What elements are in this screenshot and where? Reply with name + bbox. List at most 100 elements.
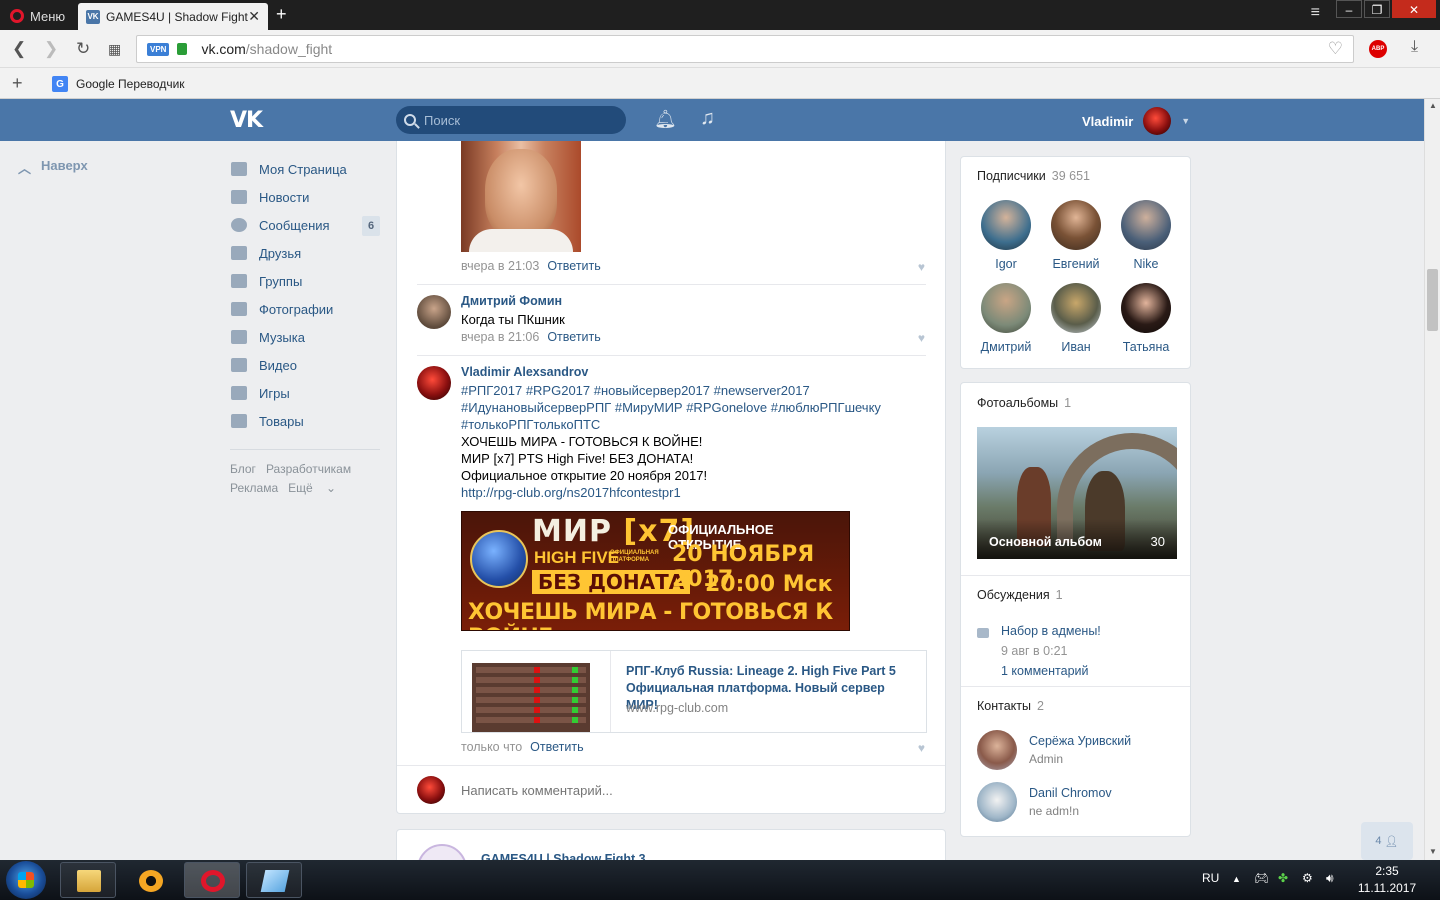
taskbar-explorer[interactable] <box>60 862 116 898</box>
blog-link[interactable]: Блог <box>230 462 256 476</box>
discussion-topic[interactable]: Набор в адмены! <box>1001 624 1101 638</box>
online-friends-button[interactable]: 4 👤︎ <box>1361 822 1413 860</box>
avatar[interactable] <box>417 295 451 329</box>
music-note-icon[interactable]: ♫ <box>700 107 715 130</box>
clover-icon[interactable]: ✤ <box>1278 871 1288 885</box>
back-icon[interactable]: ❮ <box>12 39 26 59</box>
notifications-bell-icon[interactable]: 🔔︎ <box>654 109 677 130</box>
sidebar-item-news[interactable]: Новости <box>230 183 380 211</box>
sidebar-item-friends[interactable]: Друзья <box>230 239 380 267</box>
system-clock[interactable]: 2:35 11.11.2017 <box>1352 863 1422 897</box>
browser-tab[interactable]: VK GAMES4U | Shadow Fight ✕ <box>78 3 268 30</box>
vk-logo[interactable]: VK <box>230 108 263 133</box>
avatar <box>1051 283 1101 333</box>
external-link[interactable]: http://rpg-club.org/ns2017hfcontestpr1 <box>461 485 681 500</box>
tab-menu-icon[interactable]: ≡ <box>1311 4 1320 22</box>
minimize-icon[interactable]: – <box>1336 0 1362 18</box>
sidebar-item-groups[interactable]: Группы <box>230 267 380 295</box>
address-bar-row: ❮ ❯ ↻ ▦ VPN vk.com/shadow_fight ♡ ABP ⤓ <box>0 30 1440 68</box>
discussions-title[interactable]: Обсуждения 1 <box>977 588 1063 602</box>
link-snippet[interactable]: РПГ-Клуб Russia: Lineage 2. High Five Pa… <box>461 650 927 733</box>
sidebar-item-games[interactable]: Игры <box>230 379 380 407</box>
vpn-badge[interactable]: VPN <box>147 42 170 56</box>
like-heart-icon[interactable]: ♥ <box>918 741 925 755</box>
search-box[interactable] <box>396 106 626 134</box>
new-tab-plus-icon[interactable]: + <box>276 4 287 25</box>
start-button[interactable] <box>6 861 46 899</box>
promo-banner-image[interactable]: МИР [x7] HIGH FIVE ОФИЦИАЛЬНАЯ ПЛАТФОРМА… <box>461 511 850 631</box>
reply-link[interactable]: Ответить <box>530 740 583 754</box>
close-window-icon[interactable]: ✕ <box>1392 0 1436 18</box>
album-cover[interactable]: Основной альбом 30 <box>977 427 1177 559</box>
albums-title[interactable]: Фотоальбомы 1 <box>977 396 1071 410</box>
contact-item[interactable]: Серёжа Уривский Admin <box>977 730 1131 770</box>
folder-icon <box>77 870 101 892</box>
subscriber[interactable]: Igor <box>976 200 1036 271</box>
forward-icon[interactable]: ❯ <box>44 39 58 59</box>
page-scrollbar[interactable]: ▲ ▼ <box>1424 99 1440 860</box>
comment-input[interactable] <box>461 783 637 798</box>
unread-badge: 6 <box>362 216 380 236</box>
subscribers-title[interactable]: Подписчики 39 651 <box>977 169 1090 183</box>
user-menu[interactable]: Vladimir ▼ <box>1082 107 1190 135</box>
adblock-icon[interactable]: ABP <box>1369 40 1387 58</box>
user-name: Vladimir <box>1082 113 1134 129</box>
sidebar-item-photos[interactable]: Фотографии <box>230 295 380 323</box>
scroll-to-top-link[interactable]: ︿ Наверх <box>18 158 88 177</box>
sidebar-item-my-page[interactable]: Моя Страница <box>230 155 380 183</box>
subscriber[interactable]: Дмитрий <box>976 283 1036 354</box>
maximize-icon[interactable]: ❐ <box>1364 0 1390 18</box>
reply-link[interactable]: Ответить <box>547 330 600 344</box>
contact-item[interactable]: Danil Chromov ne adm!n <box>977 782 1112 822</box>
banner-high-five: HIGH FIVE <box>534 548 620 567</box>
comment-author[interactable]: Vladimir Alexsandrov <box>461 365 588 379</box>
discussion-comments[interactable]: 1 комментарий <box>1001 664 1088 678</box>
ads-link[interactable]: Реклама <box>230 481 278 495</box>
taskbar-opera[interactable] <box>184 862 240 898</box>
opera-menu-button[interactable]: Меню <box>4 4 74 28</box>
comment-photo[interactable] <box>461 141 581 252</box>
avatar <box>1051 200 1101 250</box>
bookmark-heart-icon[interactable]: ♡ <box>1328 39 1343 59</box>
contacts-title[interactable]: Контакты 2 <box>977 699 1044 713</box>
like-heart-icon[interactable]: ♥ <box>918 260 925 274</box>
bookmark-google-translate[interactable]: G Google Переводчик <box>52 76 185 92</box>
subscriber[interactable]: Nike <box>1116 200 1176 271</box>
comment-author[interactable]: Дмитрий Фомин <box>461 294 562 308</box>
close-tab-icon[interactable]: ✕ <box>248 8 260 25</box>
subscriber[interactable]: Иван <box>1046 283 1106 354</box>
speed-dial-icon[interactable]: ▦ <box>108 41 121 58</box>
block-count: 39 651 <box>1051 169 1090 183</box>
scroll-down-arrow-icon[interactable]: ▼ <box>1429 847 1437 856</box>
sidebar-item-goods[interactable]: Товары <box>230 407 380 435</box>
taskbar-aimp[interactable] <box>122 862 178 898</box>
comment-meta: вчера в 21:06 Ответить <box>461 330 601 344</box>
subscriber[interactable]: Евгений <box>1046 200 1106 271</box>
scroll-up-arrow-icon[interactable]: ▲ <box>1429 101 1437 110</box>
reply-link[interactable]: Ответить <box>547 259 600 273</box>
sidebar-item-messages[interactable]: Сообщения 6 <box>230 211 380 239</box>
search-input[interactable] <box>424 112 614 128</box>
show-hidden-icons-icon[interactable]: ▲ <box>1232 874 1241 884</box>
hashtags[interactable]: #РПГ2017 #RPG2017 #новыйсервер2017 #news… <box>461 383 881 432</box>
language-indicator[interactable]: RU <box>1202 871 1219 885</box>
volume-icon[interactable]: 🔊︎ <box>1326 871 1334 886</box>
sidebar-item-label: Игры <box>259 385 290 401</box>
reload-icon[interactable]: ↻ <box>76 39 90 59</box>
avatar[interactable] <box>417 366 451 400</box>
steam-icon[interactable]: ⚙ <box>1302 871 1313 885</box>
add-bookmark-icon[interactable]: + <box>12 73 23 94</box>
scrollbar-thumb[interactable] <box>1427 269 1438 331</box>
discussions-section: Обсуждения 1 Набор в адмены! 9 авг в 0:21… <box>961 576 1190 686</box>
lock-icon[interactable] <box>177 43 188 55</box>
download-icon[interactable]: ⤓ <box>1411 38 1418 56</box>
more-link[interactable]: Ещё ⌄ <box>288 481 336 495</box>
taskbar-notes[interactable] <box>246 862 302 898</box>
developers-link[interactable]: Разработчикам <box>266 462 351 476</box>
discord-icon[interactable]: 🎮︎ <box>1254 871 1269 885</box>
sidebar-item-video[interactable]: Видео <box>230 351 380 379</box>
url-input[interactable]: VPN vk.com/shadow_fight ♡ <box>136 35 1354 63</box>
like-heart-icon[interactable]: ♥ <box>918 331 925 345</box>
sidebar-item-music[interactable]: Музыка <box>230 323 380 351</box>
subscriber[interactable]: Татьяна <box>1116 283 1176 354</box>
